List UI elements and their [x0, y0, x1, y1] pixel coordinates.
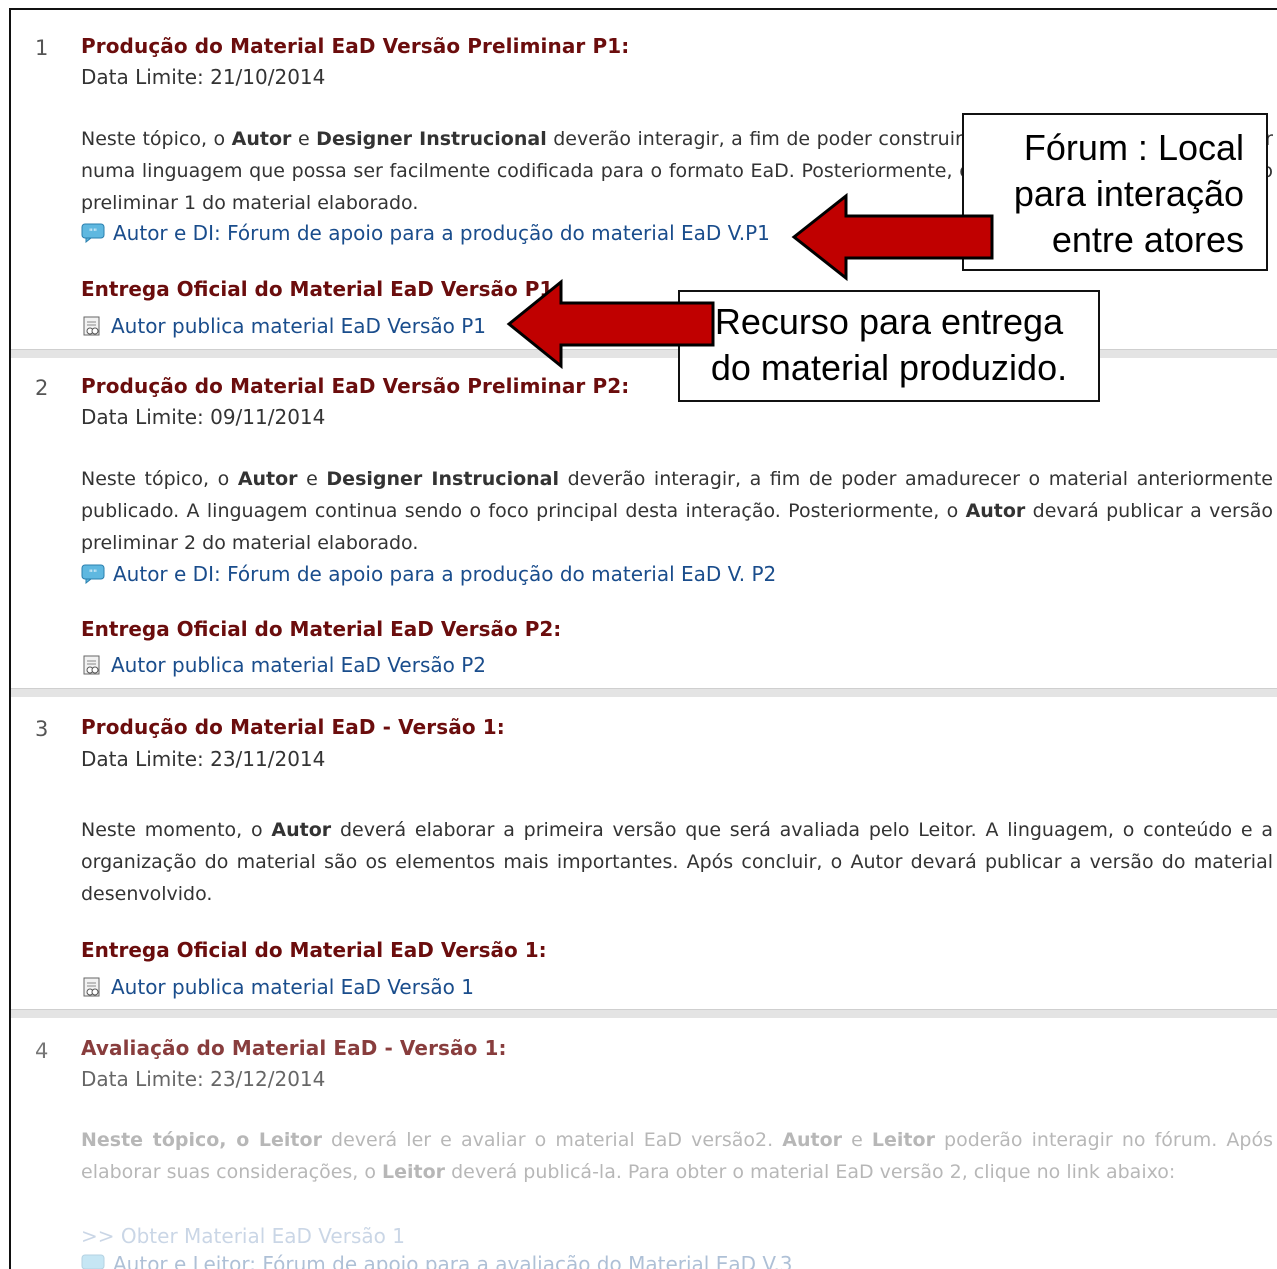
assignment-link-label[interactable]: Autor publica material EaD Versão P2: [111, 653, 486, 677]
section-deadline: Data Limite: 23/11/2014: [81, 747, 326, 771]
section-divider: [11, 1009, 1277, 1018]
delivery-title: Entrega Oficial do Material EaD Versão P…: [81, 617, 562, 641]
delivery-title: Entrega Oficial do Material EaD Versão 1…: [81, 938, 547, 962]
section-number: 2: [35, 376, 49, 400]
svg-text:"": "": [89, 228, 97, 238]
section-deadline: Data Limite: 23/12/2014: [81, 1067, 326, 1091]
section-deadline: Data Limite: 09/11/2014: [81, 405, 326, 429]
section-title: Produção do Material EaD - Versão 1:: [81, 715, 505, 739]
forum-link[interactable]: Autor e Leitor: Fórum de apoio para a av…: [81, 1252, 793, 1269]
forum-callout-line1: Fórum : Local: [1023, 127, 1244, 168]
section-description: Neste tópico, o Leitor deverá ler e aval…: [81, 1129, 1273, 1183]
forum-link-label[interactable]: Autor e DI: Fórum de apoio para a produç…: [113, 562, 776, 586]
section-divider: [11, 688, 1277, 697]
section-number: 3: [35, 717, 49, 741]
obtain-material-label[interactable]: >> Obter Material EaD Versão 1: [81, 1224, 405, 1248]
obtain-material-link[interactable]: >> Obter Material EaD Versão 1: [81, 1224, 405, 1248]
assignment-document-icon: [81, 315, 103, 337]
section-description: Neste tópico, o Autor e Designer Instruc…: [81, 468, 1273, 554]
delivery-title: Entrega Oficial do Material EaD Versão P…: [81, 277, 562, 301]
assignment-link-label[interactable]: Autor publica material EaD Versão P1: [111, 314, 486, 338]
forum-link[interactable]: "" Autor e DI: Fórum de apoio para a pro…: [81, 221, 770, 245]
resource-callout-line2: do material produzido.: [710, 347, 1068, 388]
assignment-link[interactable]: Autor publica material EaD Versão P2: [81, 653, 486, 677]
section-number: 4: [35, 1039, 49, 1063]
assignment-document-icon: [81, 976, 103, 998]
forum-speech-bubble-icon: "": [81, 223, 105, 244]
section-description: Neste momento, o Autor deverá elaborar a…: [81, 819, 1274, 905]
forum-link-label[interactable]: Autor e DI: Fórum de apoio para a produç…: [113, 221, 770, 245]
svg-text:"": "": [89, 569, 97, 579]
forum-speech-bubble-icon: [81, 1254, 105, 1269]
forum-callout-line2: para interação: [1013, 173, 1244, 214]
section-title: Avaliação do Material EaD - Versão 1:: [81, 1036, 507, 1060]
forum-speech-bubble-icon: "": [81, 564, 105, 585]
resource-callout-line1: Recurso para entrega: [714, 301, 1064, 342]
assignment-document-icon: [81, 654, 103, 676]
assignment-link[interactable]: Autor publica material EaD Versão 1: [81, 975, 474, 999]
assignment-link-label[interactable]: Autor publica material EaD Versão 1: [111, 975, 474, 999]
section-number: 1: [35, 36, 49, 60]
section-title: Produção do Material EaD Versão Prelimin…: [81, 34, 630, 58]
forum-arrow-icon: [791, 192, 994, 282]
forum-callout-box: Fórum : Local para interação entre atore…: [962, 113, 1268, 271]
forum-callout-line3: entre atores: [1051, 219, 1244, 260]
section-deadline: Data Limite: 21/10/2014: [81, 65, 326, 89]
forum-link-label[interactable]: Autor e Leitor: Fórum de apoio para a av…: [113, 1252, 793, 1269]
forum-link[interactable]: "" Autor e DI: Fórum de apoio para a pro…: [81, 562, 776, 586]
assignment-link[interactable]: Autor publica material EaD Versão P1: [81, 314, 486, 338]
resource-arrow-icon: [506, 278, 715, 370]
resource-callout-box: Recurso para entrega do material produzi…: [678, 290, 1100, 402]
section-title: Produção do Material EaD Versão Prelimin…: [81, 374, 630, 398]
